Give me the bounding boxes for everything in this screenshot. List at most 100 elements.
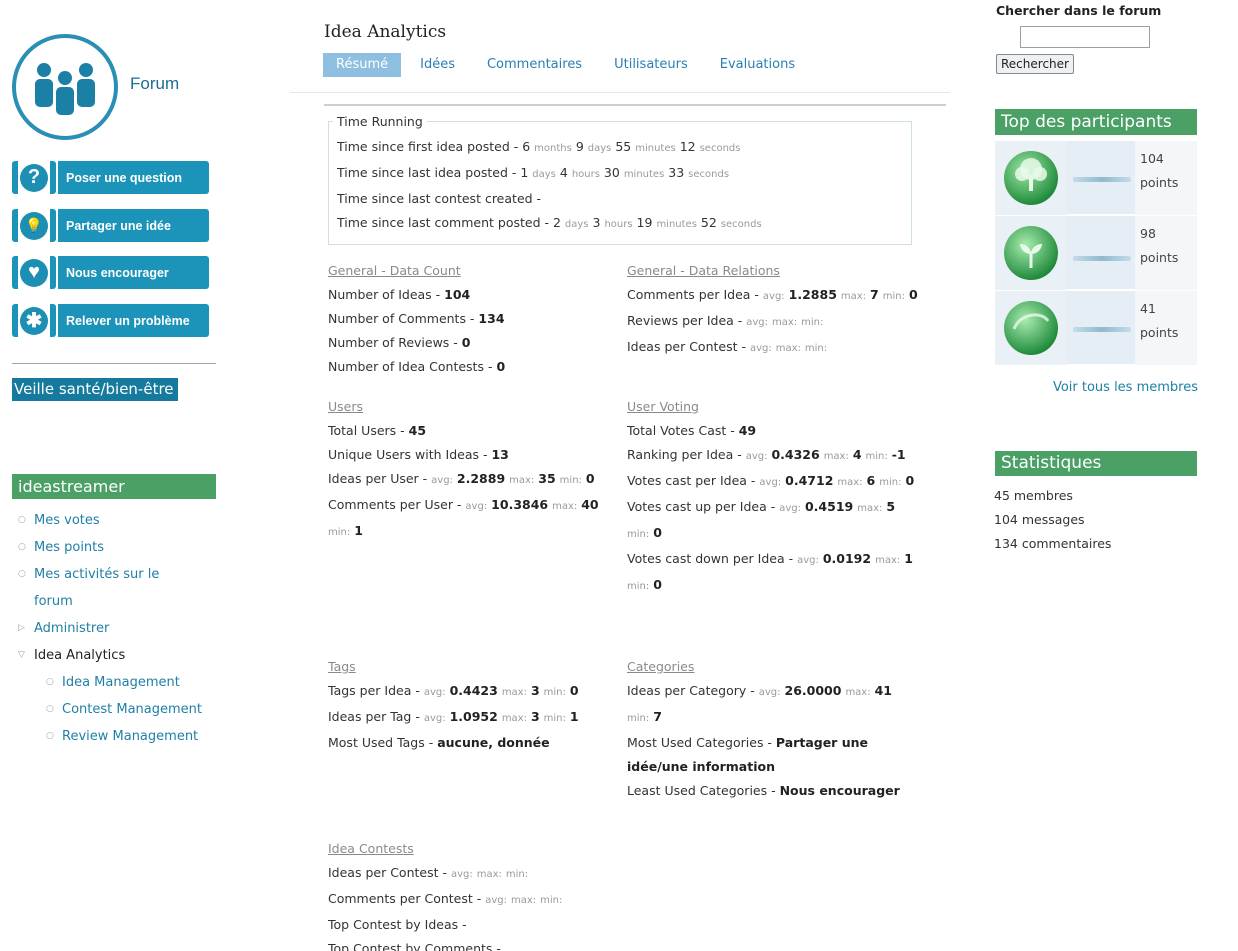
menu-item-idea-analytics[interactable]: ▽ Idea Analytics — [14, 642, 224, 669]
encourage-button[interactable]: ♥ Nous encourager — [12, 256, 209, 289]
veille-title[interactable]: Veille santé/bien-être — [12, 375, 180, 403]
participant-row[interactable]: 98 points — [995, 216, 1197, 290]
time-last-contest: Time since last contest created - — [337, 191, 542, 206]
tabs-divider — [290, 92, 950, 93]
participant-name[interactable] — [1073, 256, 1131, 261]
action-label: Poser une question — [58, 161, 209, 194]
menu-item-contest-management[interactable]: ○ Contest Management — [14, 696, 224, 723]
general-data-count: General - Data Count Number of Ideas - 1… — [328, 259, 618, 379]
time-running-legend: Time Running — [337, 114, 423, 129]
tab-bar: Résumé Idées Commentaires Utilisateurs E… — [323, 53, 814, 77]
page-title: Idea Analytics — [324, 22, 447, 42]
circle-bullet-icon: ○ — [46, 704, 54, 714]
action-label: Partager une idée — [58, 209, 209, 242]
top-participants-heading: Top des participants — [995, 109, 1197, 135]
stat-row: Comments per Contest - avg: max: min: — [328, 891, 563, 906]
report-problem-button[interactable]: ✱ Relever un problème — [12, 304, 209, 337]
stat-row: Votes cast per Idea - avg: 0.4712 max: 6… — [627, 473, 915, 488]
tab-idees[interactable]: Idées — [407, 53, 468, 77]
stat-comments: 134 commentaires — [994, 536, 1112, 551]
stat-row: Top Contest by Ideas - — [328, 917, 467, 932]
sprout-avatar-icon — [1004, 226, 1058, 280]
stat-row: Least Used Categories - Nous encourager — [627, 783, 900, 798]
section-heading: Users — [328, 399, 364, 414]
participant-points: 104 points — [1135, 141, 1197, 215]
users-section: Users Total Users - 45 Unique Users with… — [328, 395, 610, 545]
circle-bullet-icon: ○ — [46, 677, 54, 687]
stat-row: Unique Users with Ideas - 13 — [328, 447, 509, 462]
stat-row: Ideas per Contest - avg: max: min: — [328, 865, 529, 880]
action-label: Nous encourager — [58, 256, 209, 289]
lightbulb-icon: 💡 — [20, 211, 48, 240]
stat-row: Top Contest by Comments - — [328, 941, 501, 951]
stat-row: Comments per User - avg: 10.3846 max: 40… — [328, 497, 599, 538]
categories-section: Categories Ideas per Category - avg: 26.… — [627, 655, 917, 803]
tree-avatar-icon — [1004, 151, 1058, 205]
tab-commentaires[interactable]: Commentaires — [474, 53, 595, 77]
ask-question-button[interactable]: ? Poser une question — [12, 161, 209, 194]
menu-item-idea-management[interactable]: ○ Idea Management — [14, 669, 224, 696]
participant-row[interactable]: 41 points — [995, 291, 1197, 365]
stat-row: Number of Ideas - 104 — [328, 287, 471, 302]
participant-name[interactable] — [1073, 177, 1131, 182]
section-heading: General - Data Count — [328, 263, 461, 278]
heart-icon: ♥ — [20, 258, 48, 287]
tab-utilisateurs[interactable]: Utilisateurs — [601, 53, 701, 77]
time-last-comment: Time since last comment posted - 2 days … — [337, 215, 762, 230]
stat-row: Number of Idea Contests - 0 — [328, 359, 506, 374]
stat-row: Comments per Idea - avg: 1.2885 max: 7 m… — [627, 287, 918, 302]
section-heading: Tags — [328, 659, 356, 674]
participant-row[interactable]: 104 points — [995, 141, 1197, 215]
search-label: Chercher dans le forum — [996, 3, 1162, 18]
menu-item-mes-points[interactable]: ○ Mes points — [14, 534, 224, 561]
time-running-box: Time Running Time since first idea poste… — [328, 114, 912, 245]
stat-row: Number of Reviews - 0 — [328, 335, 471, 350]
participant-points: 98 points — [1135, 216, 1197, 290]
participant-name[interactable] — [1073, 327, 1131, 332]
people-icon — [35, 63, 95, 115]
stat-row: Ideas per User - avg: 2.2889 max: 35 min… — [328, 471, 595, 486]
triangle-right-icon: ▷ — [18, 623, 25, 633]
stat-row: Reviews per Idea - avg: max: min: — [627, 313, 824, 328]
stat-row: Ranking per Idea - avg: 0.4326 max: 4 mi… — [627, 447, 906, 462]
seed-avatar-icon — [1004, 301, 1058, 355]
user-voting-section: User Voting Total Votes Cast - 49 Rankin… — [627, 395, 917, 599]
menu-heading: ideastreamer — [12, 474, 216, 499]
all-members-link[interactable]: Voir tous les membres — [994, 380, 1198, 395]
stat-row: Votes cast up per Idea - avg: 0.4519 max… — [627, 499, 896, 540]
tab-evaluations[interactable]: Evaluations — [707, 53, 808, 77]
circle-bullet-icon: ○ — [46, 731, 54, 741]
stat-row: Tags per Idea - avg: 0.4423 max: 3 min: … — [328, 683, 579, 698]
time-first-idea: Time since first idea posted - 6 months … — [337, 139, 741, 154]
logo-text[interactable]: Forum — [130, 74, 179, 94]
idea-contests-section: Idea Contests Ideas per Contest - avg: m… — [328, 837, 648, 951]
section-heading: Categories — [627, 659, 695, 674]
section-heading: User Voting — [627, 399, 699, 414]
general-data-relations: General - Data Relations Comments per Id… — [627, 259, 919, 361]
stat-row: Most Used Tags - aucune, donnée — [328, 735, 550, 750]
menu-item-administrer[interactable]: ▷ Administrer — [14, 615, 224, 642]
content-divider — [324, 104, 946, 106]
statistics-list: 45 membres 104 messages 134 commentaires — [994, 484, 1111, 556]
stat-row: Total Users - 45 — [328, 423, 427, 438]
menu-item-review-management[interactable]: ○ Review Management — [14, 723, 224, 750]
forum-logo[interactable] — [12, 34, 118, 140]
action-label: Relever un problème — [58, 304, 209, 337]
search-button[interactable]: Rechercher — [996, 54, 1074, 74]
circle-bullet-icon: ○ — [18, 542, 26, 552]
stat-row: Total Votes Cast - 49 — [627, 423, 757, 438]
section-heading: Idea Contests — [328, 841, 414, 856]
menu-item-mes-activites[interactable]: ○ Mes activités sur le forum — [14, 561, 184, 615]
stat-row: Ideas per Category - avg: 26.0000 max: 4… — [627, 683, 892, 724]
participant-points: 41 points — [1135, 291, 1197, 365]
search-input[interactable] — [1020, 26, 1150, 48]
time-last-idea: Time since last idea posted - 1 days 4 h… — [337, 165, 730, 180]
share-idea-button[interactable]: 💡 Partager une idée — [12, 209, 209, 242]
menu-item-mes-votes[interactable]: ○ Mes votes — [14, 507, 224, 534]
stat-row: Ideas per Tag - avg: 1.0952 max: 3 min: … — [328, 709, 579, 724]
tab-resume[interactable]: Résumé — [323, 53, 402, 77]
circle-bullet-icon: ○ — [18, 569, 26, 579]
circle-bullet-icon: ○ — [18, 515, 26, 525]
question-icon: ? — [20, 163, 48, 192]
bug-icon: ✱ — [20, 306, 48, 335]
